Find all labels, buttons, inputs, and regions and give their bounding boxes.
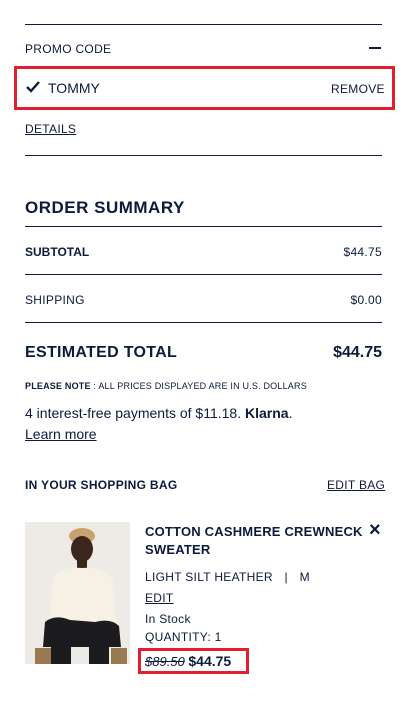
sale-price: $44.75 (188, 653, 232, 669)
product-size: M (299, 570, 310, 584)
klarna-period: . (288, 405, 293, 421)
product-model-illustration (25, 522, 130, 664)
shipping-divider (25, 322, 382, 323)
promo-code-heading: PROMO CODE (25, 42, 112, 56)
edit-bag-link[interactable]: EDIT BAG (327, 478, 385, 492)
subtotal-label: SUBTOTAL (25, 245, 90, 259)
item-quantity: QUANTITY: 1 (145, 630, 222, 644)
subtotal-value: $44.75 (343, 245, 382, 259)
item-price: $89.50 $44.75 (145, 653, 231, 669)
shipping-label: SHIPPING (25, 293, 85, 307)
attribute-separator: | (284, 570, 288, 584)
product-name[interactable]: COTTON CASHMERE CREWNECK SWEATER (145, 523, 363, 559)
product-name-line1: COTTON CASHMERE CREWNECK (145, 524, 363, 539)
product-name-line2: SWEATER (145, 542, 211, 557)
applied-promo-code: TOMMY (48, 80, 100, 96)
klarna-message: 4 interest-free payments of $11.18. Klar… (25, 405, 292, 421)
klarna-text: 4 interest-free payments of $11.18. (25, 405, 242, 421)
promo-details-link[interactable]: DETAILS (25, 122, 76, 136)
edit-item-link[interactable]: EDIT (145, 591, 174, 605)
order-summary-title: ORDER SUMMARY (25, 198, 185, 217)
klarna-logo: Klarna (244, 405, 289, 421)
product-color: LIGHT SILT HEATHER (145, 570, 273, 584)
stock-status: In Stock (145, 612, 191, 626)
estimated-total-label: ESTIMATED TOTAL (25, 344, 178, 361)
shopping-bag-title: IN YOUR SHOPPING BAG (25, 478, 178, 492)
subtotal-divider (25, 274, 382, 275)
prices-note-text: : ALL PRICES DISPLAYED ARE IN U.S. DOLLA… (90, 381, 307, 391)
klarna-learn-more-link[interactable]: Learn more (25, 426, 97, 442)
estimated-total-value: $44.75 (333, 344, 382, 361)
promo-divider (25, 155, 382, 156)
prices-note-prefix: PLEASE NOTE (25, 381, 91, 391)
remove-promo-button[interactable]: REMOVE (331, 82, 385, 96)
remove-item-icon[interactable]: × (369, 520, 381, 540)
original-price: $89.50 (145, 654, 185, 669)
collapse-promo-icon[interactable] (369, 47, 381, 49)
summary-divider (25, 226, 382, 227)
top-divider (25, 24, 382, 25)
prices-note: PLEASE NOTE : ALL PRICES DISPLAYED ARE I… (25, 381, 307, 391)
product-image[interactable] (25, 522, 130, 664)
checkmark-icon (26, 81, 40, 93)
product-color-size: LIGHT SILT HEATHER | M (145, 570, 310, 584)
shipping-value: $0.00 (350, 293, 382, 307)
